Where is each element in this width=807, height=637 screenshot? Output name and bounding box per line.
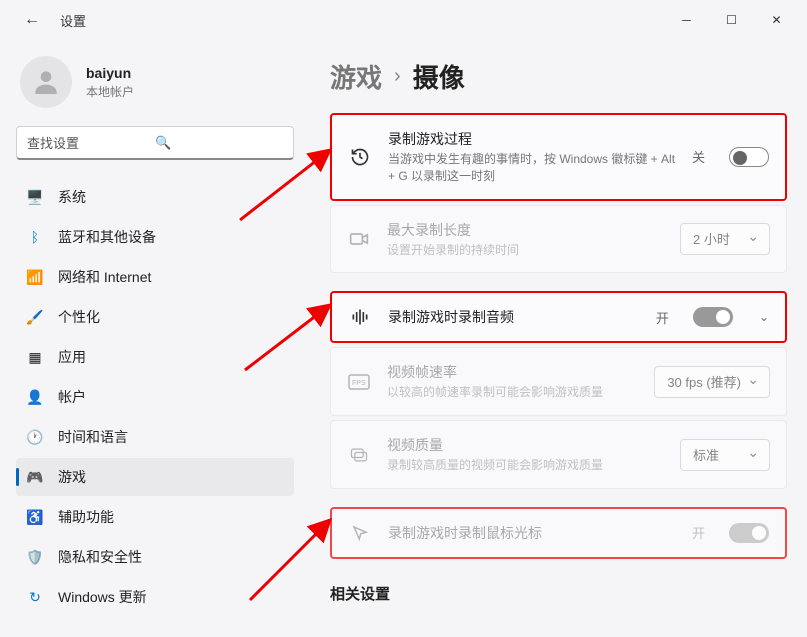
setting-title: 视频帧速率 bbox=[387, 362, 638, 382]
sidebar-item-system[interactable]: 🖥️ 系统 bbox=[16, 178, 294, 216]
sidebar-item-personalization[interactable]: 🖌️ 个性化 bbox=[16, 298, 294, 336]
sidebar-item-bluetooth[interactable]: ᛒ 蓝牙和其他设备 bbox=[16, 218, 294, 256]
svg-text:FPS: FPS bbox=[352, 380, 366, 387]
chevron-right-icon: › bbox=[394, 65, 401, 88]
setting-title: 录制游戏过程 bbox=[388, 129, 676, 149]
select-max-length: 2 小时 bbox=[680, 223, 770, 255]
time-icon: 🕐 bbox=[26, 428, 44, 446]
chevron-down-icon[interactable]: ⌄ bbox=[759, 310, 769, 324]
apps-icon: ▦ bbox=[26, 348, 44, 366]
select-value: 30 fps (推荐) bbox=[667, 372, 741, 391]
setting-subtitle: 以较高的帧速率录制可能会影响游戏质量 bbox=[387, 384, 638, 401]
setting-framerate[interactable]: FPS 视频帧速率 以较高的帧速率录制可能会影响游戏质量 30 fps (推荐) bbox=[330, 347, 787, 416]
sidebar-item-label: 辅助功能 bbox=[58, 507, 114, 527]
sidebar-item-label: 隐私和安全性 bbox=[58, 547, 142, 567]
window-title: 设置 bbox=[60, 11, 86, 30]
personalization-icon: 🖌️ bbox=[26, 308, 44, 326]
sidebar-item-label: 时间和语言 bbox=[58, 427, 128, 447]
titlebar: ← 设置 ─ ☐ ✕ bbox=[0, 0, 807, 40]
avatar bbox=[20, 56, 72, 108]
sidebar-item-apps[interactable]: ▦ 应用 bbox=[16, 338, 294, 376]
sidebar-item-accessibility[interactable]: ♿ 辅助功能 bbox=[16, 498, 294, 536]
setting-subtitle: 当游戏中发生有趣的事情时，按 Windows 徽标键 + Alt + G 以录制… bbox=[388, 151, 676, 185]
close-button[interactable]: ✕ bbox=[754, 4, 799, 36]
toggle-state-label: 开 bbox=[692, 523, 705, 542]
sidebar-item-label: Windows 更新 bbox=[58, 587, 147, 607]
page-title: 摄像 bbox=[413, 58, 465, 95]
sidebar-item-label: 应用 bbox=[58, 347, 86, 367]
user-name: baiyun bbox=[86, 65, 134, 81]
profile[interactable]: baiyun 本地帐户 bbox=[16, 48, 294, 126]
bluetooth-icon: ᛒ bbox=[26, 228, 44, 246]
back-button[interactable]: ← bbox=[16, 7, 48, 33]
toggle-state-label: 开 bbox=[656, 308, 669, 327]
setting-subtitle: 设置开始录制的持续时间 bbox=[387, 242, 664, 259]
sidebar-item-privacy[interactable]: 🛡️ 隐私和安全性 bbox=[16, 538, 294, 576]
setting-record-audio[interactable]: 录制游戏时录制音频 开 ⌄ bbox=[330, 291, 787, 343]
accounts-icon: 👤 bbox=[26, 388, 44, 406]
network-icon: 📶 bbox=[26, 268, 44, 286]
content-area: 游戏 › 摄像 录制游戏过程 当游戏中发生有趣的事情时，按 Windows 徽标… bbox=[310, 40, 807, 637]
setting-title: 录制游戏时录制鼠标光标 bbox=[388, 523, 676, 543]
select-quality[interactable]: 标准 bbox=[680, 439, 770, 471]
toggle-record-audio[interactable] bbox=[693, 307, 733, 327]
minimize-button[interactable]: ─ bbox=[664, 4, 709, 36]
sidebar-item-label: 网络和 Internet bbox=[58, 267, 151, 287]
sidebar-item-label: 系统 bbox=[58, 187, 86, 207]
sidebar-item-label: 个性化 bbox=[58, 307, 100, 327]
search-input[interactable]: 查找设置 🔍 bbox=[16, 126, 294, 160]
history-icon bbox=[348, 147, 372, 167]
sidebar-item-network[interactable]: 📶 网络和 Internet bbox=[16, 258, 294, 296]
select-framerate[interactable]: 30 fps (推荐) bbox=[654, 366, 770, 398]
setting-subtitle: 录制较高质量的视频可能会影响游戏质量 bbox=[387, 457, 664, 474]
fps-icon: FPS bbox=[347, 374, 371, 390]
audio-icon bbox=[348, 307, 372, 327]
setting-quality[interactable]: 视频质量 录制较高质量的视频可能会影响游戏质量 标准 bbox=[330, 420, 787, 489]
related-settings-header: 相关设置 bbox=[330, 583, 787, 604]
search-icon: 🔍 bbox=[155, 135, 283, 151]
sidebar-item-update[interactable]: ↻ Windows 更新 bbox=[16, 578, 294, 616]
nav-list: 🖥️ 系统 ᛒ 蓝牙和其他设备 📶 网络和 Internet 🖌️ 个性化 ▦ … bbox=[16, 178, 294, 616]
setting-max-length: 最大录制长度 设置开始录制的持续时间 2 小时 bbox=[330, 205, 787, 274]
sidebar-item-time[interactable]: 🕐 时间和语言 bbox=[16, 418, 294, 456]
maximize-button[interactable]: ☐ bbox=[709, 4, 754, 36]
sidebar-item-accounts[interactable]: 👤 帐户 bbox=[16, 378, 294, 416]
cursor-icon bbox=[348, 524, 372, 542]
sidebar-item-label: 帐户 bbox=[58, 387, 86, 407]
update-icon: ↻ bbox=[26, 588, 44, 606]
sidebar-item-label: 蓝牙和其他设备 bbox=[58, 227, 156, 247]
toggle-record-game[interactable] bbox=[729, 147, 769, 167]
breadcrumb: 游戏 › 摄像 bbox=[330, 58, 787, 95]
setting-record-cursor[interactable]: 录制游戏时录制鼠标光标 开 bbox=[330, 507, 787, 559]
camera-icon bbox=[347, 229, 371, 249]
privacy-icon: 🛡️ bbox=[26, 548, 44, 566]
gaming-icon: 🎮 bbox=[26, 468, 44, 486]
setting-record-game[interactable]: 录制游戏过程 当游戏中发生有趣的事情时，按 Windows 徽标键 + Alt … bbox=[330, 113, 787, 201]
toggle-state-label: 关 bbox=[692, 147, 705, 166]
user-account: 本地帐户 bbox=[86, 83, 134, 100]
sidebar: baiyun 本地帐户 查找设置 🔍 🖥️ 系统 ᛒ 蓝牙和其他设备 📶 网络和… bbox=[0, 40, 310, 637]
search-placeholder: 查找设置 bbox=[27, 133, 155, 152]
toggle-record-cursor[interactable] bbox=[729, 523, 769, 543]
breadcrumb-parent[interactable]: 游戏 bbox=[330, 58, 382, 95]
select-value: 2 小时 bbox=[693, 229, 730, 248]
setting-title: 录制游戏时录制音频 bbox=[388, 307, 640, 327]
quality-icon bbox=[347, 445, 371, 465]
sidebar-item-label: 游戏 bbox=[58, 467, 86, 487]
setting-title: 最大录制长度 bbox=[387, 220, 664, 240]
sidebar-item-gaming[interactable]: 🎮 游戏 bbox=[16, 458, 294, 496]
accessibility-icon: ♿ bbox=[26, 508, 44, 526]
select-value: 标准 bbox=[693, 445, 719, 464]
setting-title: 视频质量 bbox=[387, 435, 664, 455]
monitor-icon: 🖥️ bbox=[26, 188, 44, 206]
